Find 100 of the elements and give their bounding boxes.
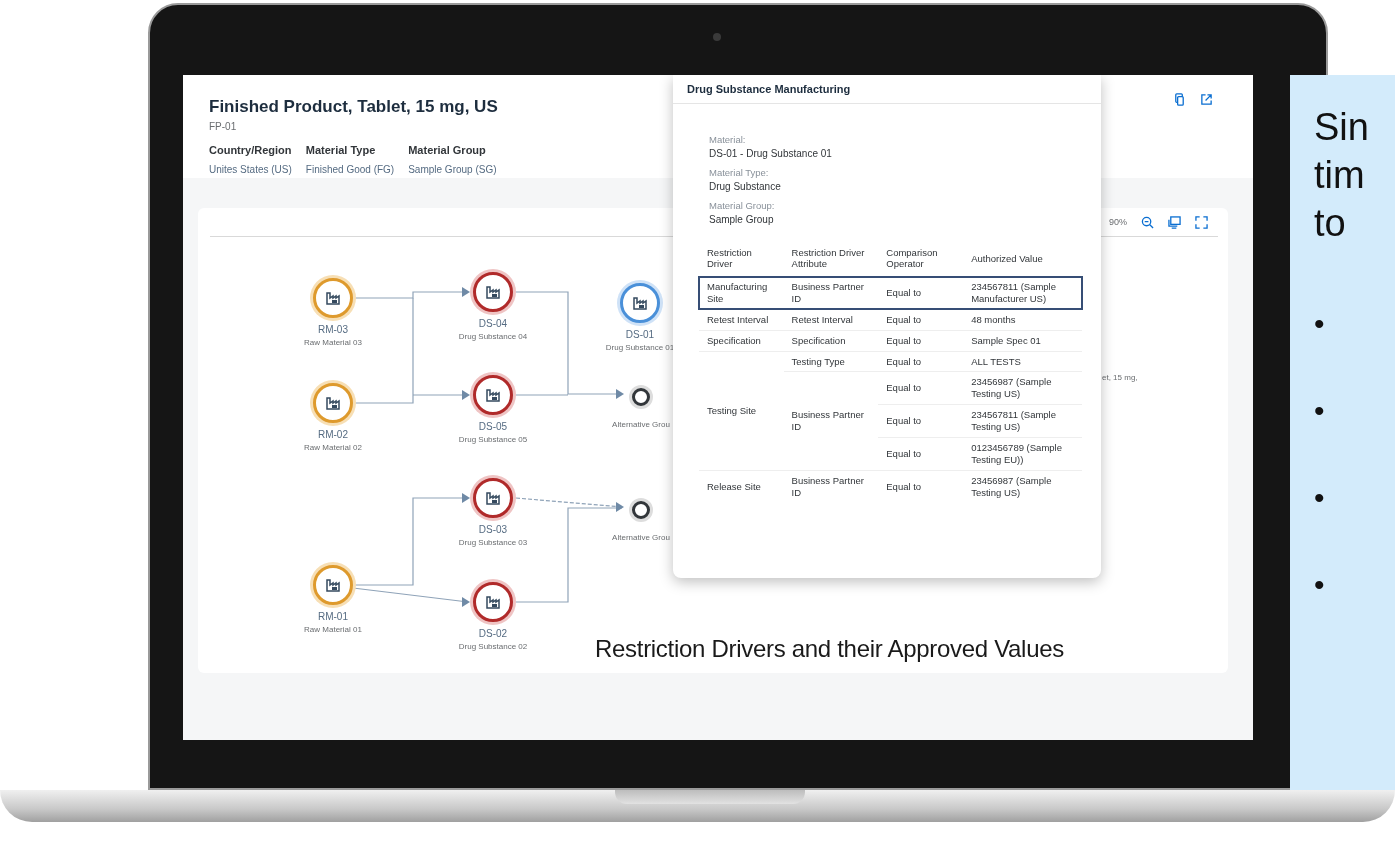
node-id: RM-01: [318, 611, 348, 622]
restriction-row[interactable]: Release Site Business Partner ID Equal to 23456987 (Sample Testing US): [699, 470, 1082, 503]
group-node[interactable]: [632, 388, 650, 406]
fullscreen-icon[interactable]: [1195, 215, 1208, 229]
factory-icon: [485, 594, 501, 610]
restriction-row[interactable]: Retest Interval Retest Interval Equal to 48 months: [699, 309, 1082, 331]
material-node[interactable]: [313, 278, 353, 318]
table-cell: Equal to: [878, 404, 964, 438]
node-label: Alternative Grou: [612, 533, 670, 542]
table-cell: 234567811 (Sample Manufacturer US): [963, 277, 1082, 310]
node-name: Raw Material 03: [304, 338, 362, 347]
page-title: Finished Product, Tablet, 15 mg, US: [209, 97, 498, 117]
page-subtitle: FP-01: [209, 121, 238, 132]
table-cell: Specification: [699, 330, 784, 351]
slide-text: Sin: [1314, 105, 1370, 150]
table-cell: 48 months: [963, 309, 1082, 331]
bullet-mark: •: [1314, 568, 1326, 603]
table-cell: Specification: [783, 330, 879, 351]
monitor-icon[interactable]: [1168, 215, 1181, 229]
bullet-mark: •: [1314, 481, 1326, 516]
node-id: DS-03: [478, 524, 508, 535]
material-node[interactable]: [313, 383, 353, 423]
table-cell: Testing Site: [699, 351, 784, 471]
node-name: et, 15 mg,: [1102, 373, 1138, 382]
node-id: DS-01: [625, 329, 655, 340]
node-id: DS-05: [478, 421, 508, 432]
attribute-label: Country/Region: [209, 144, 292, 156]
attribute-label: Material Group: [408, 144, 487, 156]
factory-icon: [325, 395, 341, 411]
field-label: Material Group:: [709, 200, 776, 211]
node-name: Drug Substance 04: [458, 332, 528, 341]
table-cell: Manufacturing Site: [699, 277, 784, 310]
factory-icon: [485, 490, 501, 506]
table-cell: Equal to: [878, 351, 964, 372]
bullet-mark: •: [1314, 307, 1326, 342]
table-cell: Equal to: [878, 437, 964, 471]
node-id: RM-02: [318, 429, 348, 440]
factory-icon: [325, 290, 341, 306]
table-cell: Equal to: [878, 371, 964, 405]
table-cell: Equal to: [878, 330, 964, 351]
field-value: DS-01 - Drug Substance 01: [709, 148, 833, 159]
node-name: Drug Substance 05: [458, 435, 528, 444]
attribute-value: Sample Group (SG): [408, 164, 497, 175]
table-cell: Retest Interval: [783, 309, 879, 331]
table-cell: Equal to: [878, 309, 964, 331]
material-node[interactable]: [620, 283, 660, 323]
material-node[interactable]: [473, 582, 513, 622]
table-cell: 23456987 (Sample Testing US): [963, 371, 1082, 405]
column-header: Authorized Value: [963, 243, 1082, 277]
share-icon[interactable]: [1200, 93, 1213, 106]
node-name: Drug Substance 01: [605, 343, 675, 352]
attribute-label: Material Type: [305, 144, 377, 156]
group-node[interactable]: [632, 501, 650, 519]
table-cell: Business Partner ID: [783, 277, 879, 310]
table-cell: 0123456789 (Sample Testing EU)): [963, 437, 1082, 471]
zoom-out-icon[interactable]: [1141, 215, 1154, 229]
restriction-row[interactable]: Manufacturing Site Business Partner ID Equal to 234567811 (Sample Manufacturer US): [699, 277, 1082, 310]
factory-icon: [325, 577, 341, 593]
copy-icon[interactable]: [1173, 93, 1186, 106]
table-cell: Business Partner ID: [783, 470, 879, 503]
table-cell: 23456987 (Sample Testing US): [963, 470, 1082, 503]
field-label: Material:: [709, 134, 747, 145]
material-node[interactable]: [473, 272, 513, 312]
camera-icon: [713, 33, 721, 41]
slide-text: tim: [1314, 153, 1366, 198]
column-header: Restriction Driver Attribute: [783, 243, 879, 277]
column-header: Restriction Driver: [699, 243, 784, 277]
attribute-value: Finished Good (FG): [305, 164, 395, 175]
restriction-row[interactable]: Specification Specification Equal to Sample Spec 01: [699, 330, 1082, 351]
slide-text: to: [1314, 201, 1347, 246]
factory-icon: [632, 295, 648, 311]
table-cell: Business Partner ID: [783, 371, 879, 471]
table-cell: Sample Spec 01: [963, 330, 1082, 351]
table-cell: Equal to: [878, 470, 964, 503]
node-name: Drug Substance 03: [458, 538, 528, 547]
table-cell: Testing Type: [783, 351, 879, 372]
node-name: Raw Material 01: [304, 625, 362, 634]
material-node[interactable]: [473, 375, 513, 415]
field-value: Drug Substance: [709, 181, 782, 192]
table-cell: Release Site: [699, 470, 784, 503]
table-cell: Retest Interval: [699, 309, 784, 331]
table-cell: ALL TESTS: [963, 351, 1082, 372]
node-label: Alternative Grou: [612, 420, 670, 429]
node-id: DS-04: [478, 318, 508, 329]
factory-icon: [485, 284, 501, 300]
table-cell: Equal to: [878, 277, 964, 310]
bullet-mark: •: [1314, 394, 1326, 429]
field-value: Sample Group: [709, 214, 775, 225]
node-id: RM-03: [318, 324, 348, 335]
node-name: Drug Substance 02: [458, 642, 528, 651]
material-node[interactable]: [473, 478, 513, 518]
node-name: Raw Material 02: [304, 443, 362, 452]
popover-title: Drug Substance Manufacturing: [673, 75, 1101, 104]
column-header: Comparison Operator: [878, 243, 964, 277]
material-node[interactable]: [313, 565, 353, 605]
table-cell: 234567811 (Sample Testing US): [963, 404, 1082, 438]
node-id: DS-02: [478, 628, 508, 639]
factory-icon: [485, 387, 501, 403]
restriction-row[interactable]: Testing Site Testing Type Equal to ALL TESTS Business Partner ID Equal to 23456987 (Sample Testing US) Equal to 234567811 (Sample Testing US) Equal to 0123456789 (Sample Testing EU)): [699, 351, 1082, 471]
attribute-value: Unites States (US): [209, 164, 292, 175]
